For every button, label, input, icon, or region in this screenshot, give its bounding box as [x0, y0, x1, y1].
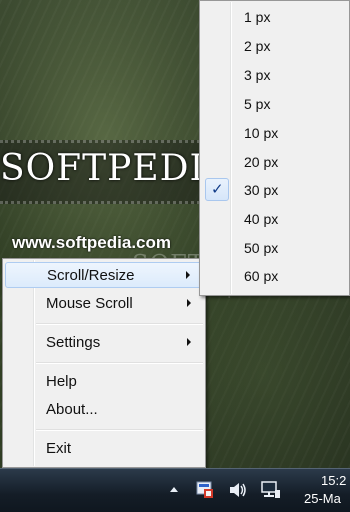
submenu-item-10px[interactable]: 10 px [202, 120, 347, 147]
submenu-item-50px[interactable]: 50 px [202, 235, 347, 262]
submenu-item-label: 3 px [244, 67, 271, 83]
menu-separator [36, 362, 203, 364]
menu-item-settings[interactable]: Settings [5, 330, 203, 356]
submenu-item-label: 5 px [244, 96, 271, 112]
menu-item-scroll-resize[interactable]: Scroll/Resize [5, 262, 203, 288]
submenu-item-label: 2 px [244, 38, 271, 54]
menu-item-label: About... [46, 401, 98, 418]
submenu-arrow-icon [187, 338, 191, 346]
submenu-item-label: 40 px [244, 211, 279, 227]
show-hidden-icons-arrow-icon[interactable] [170, 487, 178, 492]
submenu-item-2px[interactable]: 2 px [202, 33, 347, 60]
volume-icon[interactable] [228, 481, 248, 499]
clock-time[interactable]: 15:2 [321, 473, 346, 488]
app-tray-icon[interactable] [196, 481, 214, 499]
submenu-item-label: 10 px [244, 125, 279, 141]
menu-item-label: Settings [46, 334, 101, 351]
submenu-item-30px[interactable]: ✓ 30 px [202, 177, 347, 204]
submenu-item-3px[interactable]: 3 px [202, 62, 347, 89]
menu-item-label: Exit [46, 440, 72, 457]
menu-item-mouse-scroll[interactable]: Mouse Scroll [5, 291, 203, 317]
submenu-item-20px[interactable]: 20 px [202, 149, 347, 176]
tray-context-menu: Scroll/Resize Mouse Scroll Settings Help… [2, 258, 206, 468]
clock-date[interactable]: 25-Ma [304, 491, 341, 506]
taskbar: 15:2 25-Ma [0, 468, 350, 512]
submenu-item-label: 50 px [244, 240, 279, 256]
menu-item-exit[interactable]: Exit [5, 436, 203, 462]
checkmark-icon: ✓ [205, 178, 229, 201]
menu-separator [36, 429, 203, 431]
submenu-item-1px[interactable]: 1 px [202, 4, 347, 31]
submenu-item-label: 60 px [244, 268, 279, 284]
submenu-arrow-icon [186, 271, 190, 279]
submenu-item-5px[interactable]: 5 px [202, 91, 347, 118]
menu-item-label: Scroll/Resize [47, 267, 135, 284]
menu-item-help[interactable]: Help [5, 369, 203, 395]
menu-separator [36, 323, 203, 325]
submenu-item-40px[interactable]: 40 px [202, 206, 347, 233]
submenu-item-label: 1 px [244, 9, 271, 25]
scroll-resize-submenu: 1 px 2 px 3 px 5 px 10 px 20 px ✓ 30 px … [199, 0, 350, 296]
submenu-arrow-icon [187, 299, 191, 307]
submenu-item-60px[interactable]: 60 px [202, 263, 347, 290]
menu-item-about[interactable]: About... [5, 397, 203, 423]
network-icon[interactable] [259, 480, 281, 500]
menu-item-label: Mouse Scroll [46, 295, 133, 312]
softpedia-logo-text: SOFTPEDIA [0, 148, 232, 189]
submenu-item-label: 20 px [244, 154, 279, 170]
checkmark-glyph: ✓ [211, 180, 224, 198]
menu-item-label: Help [46, 373, 77, 390]
submenu-item-label: 30 px [244, 182, 279, 198]
